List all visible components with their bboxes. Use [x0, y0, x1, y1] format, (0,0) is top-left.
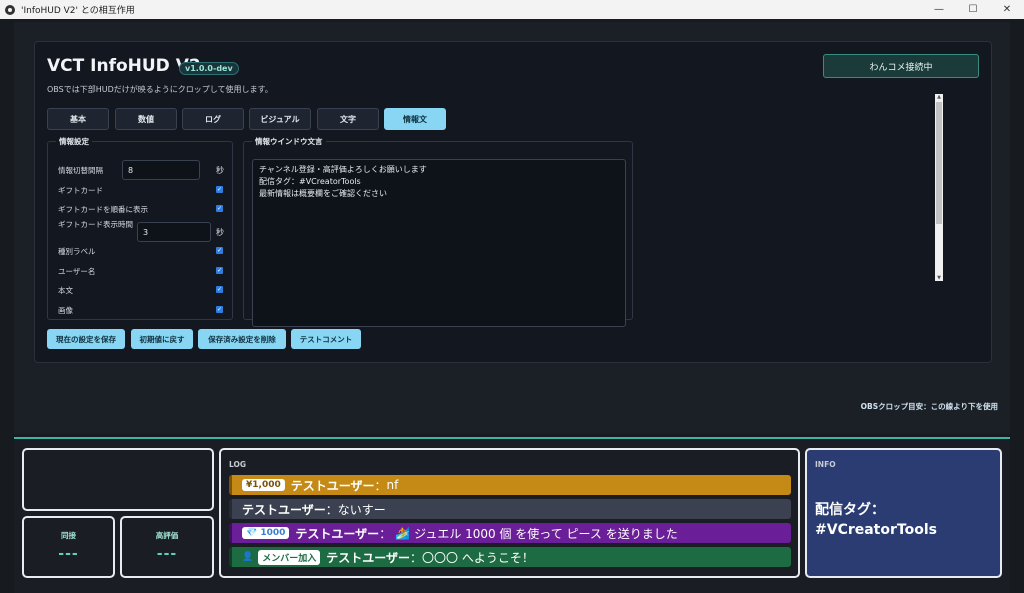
hud-area: 同接 --- 高評価 --- LOG ¥1,000 テストユーザー ： nf テ…	[14, 439, 1010, 593]
giftcard-order-checkbox[interactable]: ✓	[216, 205, 223, 212]
info-box: INFO 配信タグ： #VCreatorTools	[805, 448, 1002, 578]
body-label: 本文	[58, 286, 73, 295]
jewel-pill: 💎 1000	[242, 527, 290, 539]
app-title: VCT InfoHUD V2	[47, 56, 201, 76]
window-text-group: 情報ウインドウ文言 チャンネル登録・高評価よろしくお願いします 配信タグ：#VC…	[243, 136, 633, 327]
log-text: ジュエル 1000 個 を使って ピース を送りました	[414, 526, 678, 541]
version-badge: v1.0.0-dev	[179, 62, 239, 75]
stat-concurrent-value: ---	[58, 546, 79, 562]
stat-concurrent-box: 同接 ---	[22, 516, 115, 578]
log-sep: ：	[374, 478, 387, 493]
maximize-button[interactable]: ☐	[956, 0, 990, 19]
image-checkbox[interactable]: ✓	[216, 306, 223, 313]
jewel-count: 1000	[260, 528, 286, 538]
log-sep: ：	[325, 502, 338, 517]
tab-text[interactable]: 文字	[317, 108, 379, 130]
log-user: テストユーザー	[242, 502, 326, 517]
tab-visual[interactable]: ビジュアル	[249, 108, 311, 130]
window-text-line: 配信タグ：#VCreatorTools	[259, 177, 361, 186]
log-entry: テストユーザー ： ないすー	[229, 499, 791, 519]
app-icon	[5, 4, 15, 15]
username-label: ユーザー名	[58, 267, 96, 276]
panel-scrollbar[interactable]: ▲ ▼	[935, 94, 943, 281]
window-text-line: 最新情報は概要欄をご確認ください	[259, 189, 387, 198]
scroll-thumb[interactable]	[936, 102, 942, 224]
info-settings-group: 情報設定 情報切替間隔 8 秒 ギフトカード ✓ ギフトカードを順番に表示 ✓ …	[47, 136, 233, 320]
subtitle: OBSでは下部HUDだけが映るようにクロップして使用します。	[47, 85, 273, 94]
stat-concurrent-label: 同接	[61, 531, 76, 540]
giftcard-time-input[interactable]: 3	[137, 222, 211, 242]
log-text: 〇〇〇 へようこそ！	[422, 550, 534, 565]
delete-saved-button[interactable]: 保存済み設定を削除	[198, 329, 286, 349]
giftcard-time-label: ギフトカード表示時間	[58, 220, 133, 229]
image-label: 画像	[58, 306, 73, 315]
amount-pill: ¥1,000	[242, 479, 285, 491]
log-sep: ：	[379, 526, 392, 541]
body-checkbox[interactable]: ✓	[216, 286, 223, 293]
test-comment-button[interactable]: テストコメント	[291, 329, 361, 349]
log-user: テストユーザー	[290, 478, 375, 493]
info-line: #VCreatorTools	[815, 522, 937, 538]
window-title: 'InfoHUD V2' との相互作用	[21, 6, 135, 16]
reset-defaults-button[interactable]: 初期値に戻す	[131, 329, 193, 349]
member-pill: メンバー加入	[258, 549, 321, 565]
log-text: ないすー	[337, 502, 386, 517]
giftcard-time-unit: 秒	[216, 228, 224, 237]
crop-note: OBSクロップ目安：この線より下を使用	[860, 402, 998, 411]
interval-input[interactable]: 8	[122, 160, 200, 180]
log-user: テストユーザー	[295, 526, 380, 541]
tab-info-text[interactable]: 情報文	[384, 108, 446, 130]
giftcard-order-label: ギフトカードを順番に表示	[58, 205, 148, 214]
type-label-checkbox[interactable]: ✓	[216, 247, 223, 254]
info-line: 配信タグ：	[815, 502, 885, 518]
window-text-textarea[interactable]: チャンネル登録・高評価よろしくお願いします 配信タグ：#VCreatorTool…	[252, 159, 626, 327]
save-settings-button[interactable]: 現在の設定を保存	[47, 329, 125, 349]
gift-sticker-icon: 🏄	[395, 526, 411, 540]
log-label: LOG	[229, 460, 247, 469]
stat-likes-label: 高評価	[155, 531, 179, 540]
window-titlebar: 'InfoHUD V2' との相互作用 — ☐ ✕	[0, 0, 1024, 19]
member-badge-icon: 👤	[242, 552, 254, 562]
info-label: INFO	[815, 460, 836, 469]
log-box: LOG ¥1,000 テストユーザー ： nf テストユーザー ： ないすー 💎…	[219, 448, 800, 578]
log-text: nf	[386, 478, 399, 492]
close-button[interactable]: ✕	[990, 0, 1024, 19]
hud-empty-box	[22, 448, 214, 511]
log-user: テストユーザー	[326, 550, 410, 565]
scroll-up-icon[interactable]: ▲	[935, 94, 943, 100]
stat-likes-value: ---	[156, 546, 178, 562]
log-entry: ¥1,000 テストユーザー ： nf	[229, 475, 791, 495]
connect-status-button[interactable]: わんコメ接続中	[823, 54, 979, 78]
giftcard-label: ギフトカード	[58, 186, 103, 195]
scroll-down-icon[interactable]: ▼	[935, 275, 943, 281]
tab-log[interactable]: ログ	[182, 108, 244, 130]
tab-numbers[interactable]: 数値	[115, 108, 177, 130]
tab-basic[interactable]: 基本	[47, 108, 109, 130]
giftcard-checkbox[interactable]: ✓	[216, 186, 223, 193]
log-sep: ：	[410, 550, 423, 565]
username-checkbox[interactable]: ✓	[216, 267, 223, 274]
gem-icon: 💎	[246, 528, 258, 538]
interval-unit: 秒	[216, 166, 224, 175]
log-entry: 💎 1000 テストユーザー ： 🏄 ジュエル 1000 個 を使って ピース …	[229, 523, 791, 543]
window-text-line: チャンネル登録・高評価よろしくお願いします	[259, 165, 427, 174]
info-text: 配信タグ： #VCreatorTools	[815, 500, 937, 540]
type-label-label: 種別ラベル	[58, 247, 96, 256]
interval-label: 情報切替間隔	[58, 166, 103, 175]
stat-likes-box: 高評価 ---	[120, 516, 214, 578]
info-settings-legend: 情報設定	[59, 137, 89, 146]
settings-panel: VCT InfoHUD V2 v1.0.0-dev OBSでは下部HUDだけが映…	[34, 41, 992, 363]
minimize-button[interactable]: —	[922, 0, 956, 19]
log-entry: 👤 メンバー加入 テストユーザー ： 〇〇〇 へようこそ！	[229, 547, 791, 567]
window-text-legend: 情報ウインドウ文言	[255, 137, 323, 146]
